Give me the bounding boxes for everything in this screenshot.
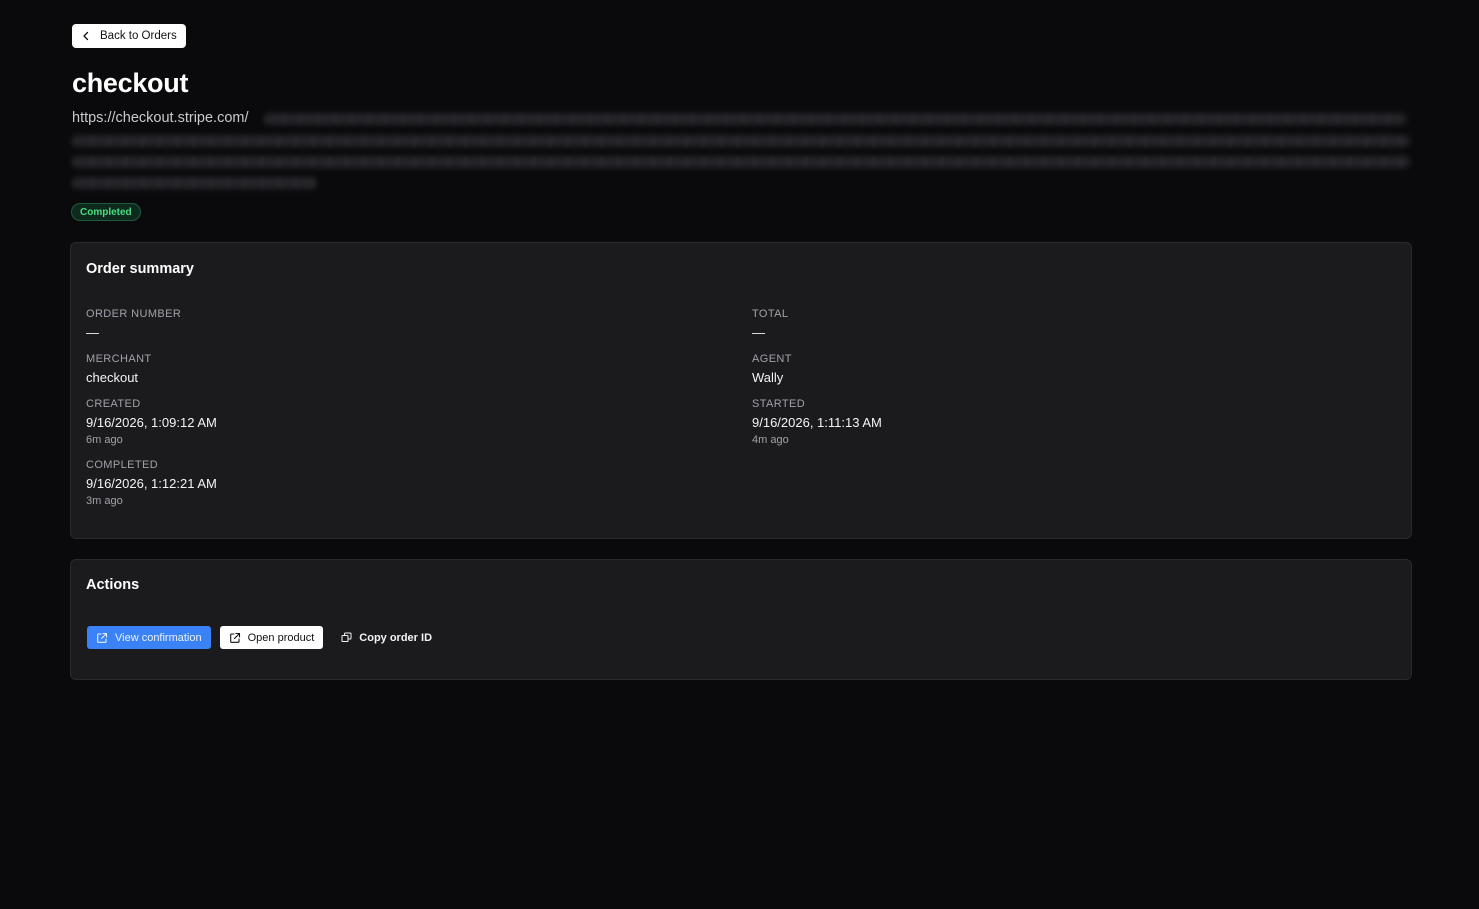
order-number-value: — [86, 325, 99, 340]
view-confirmation-button[interactable]: View confirmation [87, 626, 211, 649]
merchant-value: checkout [86, 370, 139, 385]
created-field: CREATED 9/16/2026, 1:09:12 AM 6m ago [86, 397, 217, 447]
created-relative: 6m ago [86, 434, 123, 446]
agent-label: AGENT [752, 353, 792, 365]
open-product-button[interactable]: Open product [219, 626, 324, 649]
redacted-url-blur [72, 108, 1410, 192]
completed-value: 9/16/2026, 1:12:21 AM [86, 476, 217, 491]
started-value: 9/16/2026, 1:11:13 AM [752, 415, 882, 430]
agent-value: Wally [752, 370, 784, 385]
merchant-label: MERCHANT [86, 353, 152, 365]
order-number-field: ORDER NUMBER — [86, 307, 181, 342]
order-summary-title: Order summary [86, 261, 194, 277]
actions-card: Actions View confirmation Open product C… [70, 559, 1412, 680]
agent-field: AGENT Wally [752, 352, 792, 387]
status-badge: Completed [71, 203, 141, 221]
started-label: STARTED [752, 398, 806, 410]
page-title: checkout [72, 68, 189, 98]
actions-title: Actions [86, 577, 140, 593]
external-link-icon [229, 632, 241, 644]
chevron-left-icon [81, 31, 91, 41]
external-link-icon [96, 632, 108, 644]
order-detail-page: Back to Orders checkout https://checkout… [0, 0, 1479, 909]
total-label: TOTAL [752, 308, 789, 320]
back-to-orders-label: Back to Orders [100, 30, 177, 42]
completed-relative: 3m ago [86, 495, 123, 507]
back-to-orders-button[interactable]: Back to Orders [72, 24, 186, 48]
order-summary-card: Order summary ORDER NUMBER — TOTAL — MER… [70, 242, 1412, 539]
started-field: STARTED 9/16/2026, 1:11:13 AM 4m ago [752, 397, 882, 447]
completed-field: COMPLETED 9/16/2026, 1:12:21 AM 3m ago [86, 458, 217, 508]
completed-label: COMPLETED [86, 459, 159, 471]
copy-icon [341, 632, 352, 643]
total-value: — [752, 325, 765, 340]
actions-row: View confirmation Open product Copy orde… [87, 626, 441, 649]
started-relative: 4m ago [752, 434, 789, 446]
copy-order-id-button[interactable]: Copy order ID [332, 626, 441, 649]
order-url-text: https://checkout.stripe.com/ [72, 110, 249, 126]
open-product-label: Open product [247, 631, 315, 644]
copy-order-id-label: Copy order ID [359, 631, 433, 644]
created-value: 9/16/2026, 1:09:12 AM [86, 415, 217, 430]
order-url: https://checkout.stripe.com/ [72, 108, 1410, 192]
merchant-field: MERCHANT checkout [86, 352, 152, 387]
order-number-label: ORDER NUMBER [86, 308, 182, 320]
created-label: CREATED [86, 398, 141, 410]
view-confirmation-label: View confirmation [115, 631, 202, 644]
total-field: TOTAL — [752, 307, 788, 342]
